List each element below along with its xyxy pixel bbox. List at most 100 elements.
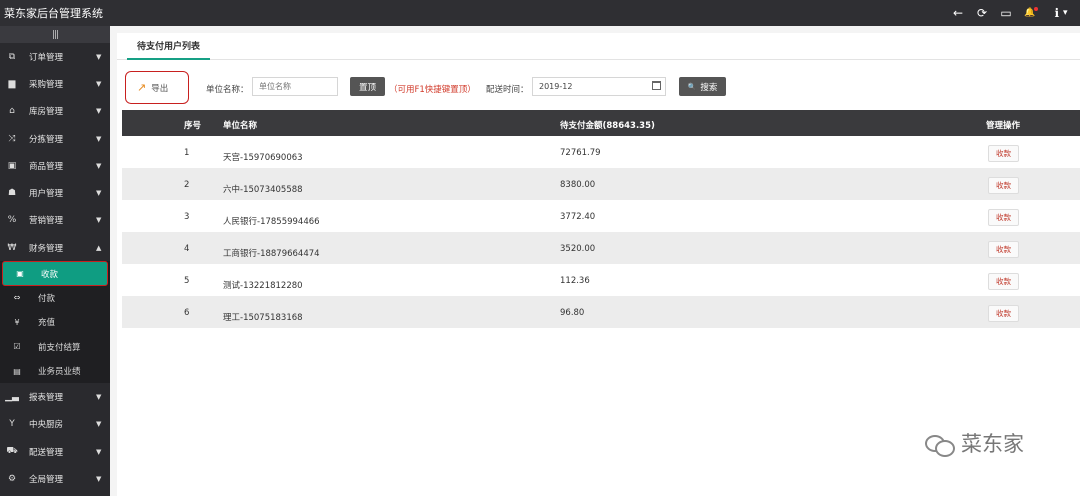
sidebar-subitem[interactable]: ⇔ 付款 bbox=[0, 286, 110, 310]
chevron-up-icon: ▲ bbox=[96, 243, 102, 252]
info-menu[interactable]: ℹ ▾ bbox=[1042, 0, 1080, 26]
cell-no: 3 bbox=[184, 212, 190, 222]
table-header: 序号 单位名称 待支付金额(88643.35) 管理操作 bbox=[122, 110, 1080, 136]
reset-button[interactable]: 置顶 bbox=[350, 77, 385, 96]
cell-unit-name: 天宫-15970690063 bbox=[223, 153, 303, 163]
sidebar-item[interactable]: ⌂ 库房管理 ▼ bbox=[0, 98, 110, 125]
topbar-icons: ← ⟳ ▭ 🔔 ℹ ▾ bbox=[946, 0, 1080, 26]
chevron-down-icon: ▼ bbox=[96, 79, 102, 88]
won-icon: ₩ bbox=[7, 242, 17, 253]
refresh-icon[interactable]: ⟳ bbox=[970, 0, 994, 26]
header-operation: 管理操作 bbox=[986, 121, 1021, 131]
pending-users-table: 序号 单位名称 待支付金额(88643.35) 管理操作 1 天宫-1597069… bbox=[122, 110, 1080, 328]
chart-icon: ▁▃ bbox=[5, 391, 19, 402]
cell-amount: 3520.00 bbox=[560, 244, 596, 254]
cell-no: 4 bbox=[184, 244, 190, 254]
sidebar-item[interactable]: % 营销管理 ▼ bbox=[0, 207, 110, 234]
calendar-icon bbox=[652, 81, 661, 90]
shortcut-hint: （可用F1快捷键置顶） bbox=[389, 85, 476, 95]
car-icon: ⛟ bbox=[6, 446, 18, 457]
collect-button[interactable]: 收款 bbox=[988, 209, 1019, 226]
export-button[interactable]: ↗ 导出 bbox=[125, 71, 189, 104]
collect-button[interactable]: 收款 bbox=[988, 305, 1019, 322]
bell-icon[interactable]: 🔔 bbox=[1018, 0, 1042, 26]
chevron-down-icon: ▼ bbox=[96, 189, 102, 198]
sidebar-menu: ⧉ 订单管理 ▼ ▆ 采购管理 ▼ ⌂ 库房管理 ▼ ⤨ 分拣管理 ▼ ▣ 商品管理 ▼ ☗ 用户管理 ▼% 营销管… bbox=[0, 43, 110, 493]
sidebar-item-label: 财务管理 bbox=[29, 243, 64, 254]
sidebar-item-label: 中央厨房 bbox=[29, 420, 64, 431]
cell-no: 1 bbox=[184, 148, 190, 158]
sidebar-item[interactable]: ⤨ 分拣管理 ▼ bbox=[0, 125, 110, 152]
collect-button[interactable]: 收款 bbox=[988, 145, 1019, 162]
watermark-text: 菜东家 bbox=[961, 432, 1024, 456]
sidebar-subitem-label: 充值 bbox=[38, 318, 56, 329]
table-row: 5 测试-13221812280 112.36 收款 bbox=[122, 264, 1080, 296]
shuffle-icon: ⤨ bbox=[8, 133, 16, 144]
collect-button[interactable]: 收款 bbox=[988, 177, 1019, 194]
sidebar-item-label: 订单管理 bbox=[29, 52, 64, 63]
header-amount: 待支付金额(88643.35) bbox=[560, 121, 655, 131]
sidebar-item-label: 用户管理 bbox=[29, 189, 64, 200]
sidebar-item[interactable]: ⧉ 订单管理 ▼ bbox=[0, 43, 110, 70]
sidebar: ||| ⧉ 订单管理 ▼ ▆ 采购管理 ▼ ⌂ 库房管理 ▼ ⤨ 分拣管理 ▼ ▣ 商品管理 ▼ ☗ 用户管理 ▼… bbox=[0, 26, 110, 496]
chevron-down-icon: ▼ bbox=[96, 392, 102, 401]
cell-unit-name: 测试-13221812280 bbox=[223, 281, 303, 291]
sidebar-item[interactable]: ₩ 财务管理 ▲ bbox=[0, 234, 110, 262]
sidebar-subitem-label: 业务员业绩 bbox=[38, 367, 81, 378]
search-button[interactable]: 🔍 搜索 bbox=[679, 77, 726, 96]
arrow-left-icon[interactable]: ← bbox=[946, 0, 970, 26]
copy-icon: ⧉ bbox=[8, 51, 16, 62]
sidebar-subitem[interactable]: ▣ 收款 bbox=[2, 261, 108, 286]
sidebar-item-label: 库房管理 bbox=[29, 107, 64, 118]
chevron-down-icon: ▾ bbox=[1063, 8, 1068, 18]
unit-name-input[interactable] bbox=[252, 77, 338, 96]
main-content: 待支付用户列表 ↗ 导出 单位名称： 置顶 （可用F1快捷键置顶） 配送时间： … bbox=[117, 33, 1080, 496]
money-icon: ▣ bbox=[16, 269, 24, 279]
search-label: 搜索 bbox=[700, 82, 718, 93]
collect-button[interactable]: 收款 bbox=[988, 273, 1019, 290]
sidebar-item[interactable]: Y 中央厨房 ▼ bbox=[0, 411, 110, 438]
sidebar-item[interactable]: ⚙ 全局管理 ▼ bbox=[0, 465, 110, 492]
tab-pending-users[interactable]: 待支付用户列表 bbox=[127, 39, 211, 60]
sidebar-item[interactable]: ⛟ 配送管理 ▼ bbox=[0, 438, 110, 465]
watermark: 菜东家 bbox=[925, 428, 1024, 458]
cell-amount: 3772.40 bbox=[560, 212, 596, 222]
sidebar-toggle[interactable]: ||| bbox=[0, 26, 110, 43]
sidebar-item-label: 营销管理 bbox=[29, 216, 64, 227]
info-icon: ℹ bbox=[1054, 6, 1060, 20]
table-row: 1 天宫-15970690063 72761.79 收款 bbox=[122, 136, 1080, 168]
sidebar-item[interactable]: ▁▃ 报表管理 ▼ bbox=[0, 383, 110, 410]
basket-icon: ▆ bbox=[8, 78, 16, 89]
sidebar-item-label: 分拣管理 bbox=[29, 134, 64, 145]
sidebar-subitem-label: 收款 bbox=[41, 269, 59, 280]
monitor-icon[interactable]: ▭ bbox=[994, 0, 1018, 26]
sidebar-subitem[interactable]: ▤ 业务员业绩 bbox=[0, 359, 110, 383]
sidebar-item[interactable]: ▣ 商品管理 ▼ bbox=[0, 152, 110, 179]
cell-unit-name: 理工-15075183168 bbox=[223, 313, 303, 323]
yen-icon: ¥ bbox=[14, 317, 20, 327]
cell-no: 6 bbox=[184, 308, 190, 318]
sidebar-item-label: 报表管理 bbox=[29, 392, 64, 403]
filter-icon: Y bbox=[9, 419, 15, 430]
sidebar-item[interactable]: ☗ 用户管理 ▼ bbox=[0, 179, 110, 206]
cell-amount: 96.80 bbox=[560, 308, 585, 318]
toolbar: ↗ 导出 单位名称： 置顶 （可用F1快捷键置顶） 配送时间： 2019-12 … bbox=[117, 71, 1080, 107]
chevron-down-icon: ▼ bbox=[96, 161, 102, 170]
chevron-down-icon: ▼ bbox=[96, 447, 102, 456]
cell-no: 5 bbox=[184, 276, 190, 286]
check-square-icon: ☑ bbox=[13, 342, 21, 352]
bell-glyph: 🔔 bbox=[1024, 7, 1038, 18]
cell-amount: 112.36 bbox=[560, 276, 590, 286]
cell-unit-name: 人民银行-17855994466 bbox=[223, 217, 320, 227]
table-body: 1 天宫-15970690063 72761.79 收款 2 六中-15073405588… bbox=[122, 136, 1080, 328]
sidebar-item[interactable]: ▆ 采购管理 ▼ bbox=[0, 70, 110, 97]
app-title: 菜东家后台管理系统 bbox=[4, 7, 103, 20]
sidebar-subitem[interactable]: ☑ 前支付结算 bbox=[0, 335, 110, 359]
sidebar-subitem[interactable]: ¥ 充值 bbox=[0, 310, 110, 334]
store-icon: ▣ bbox=[7, 160, 17, 171]
export-label: 导出 bbox=[151, 83, 169, 94]
delivery-time-input[interactable]: 2019-12 bbox=[532, 77, 666, 96]
cell-amount: 8380.00 bbox=[560, 180, 596, 190]
sidebar-subitem-label: 前支付结算 bbox=[38, 342, 81, 353]
collect-button[interactable]: 收款 bbox=[988, 241, 1019, 258]
